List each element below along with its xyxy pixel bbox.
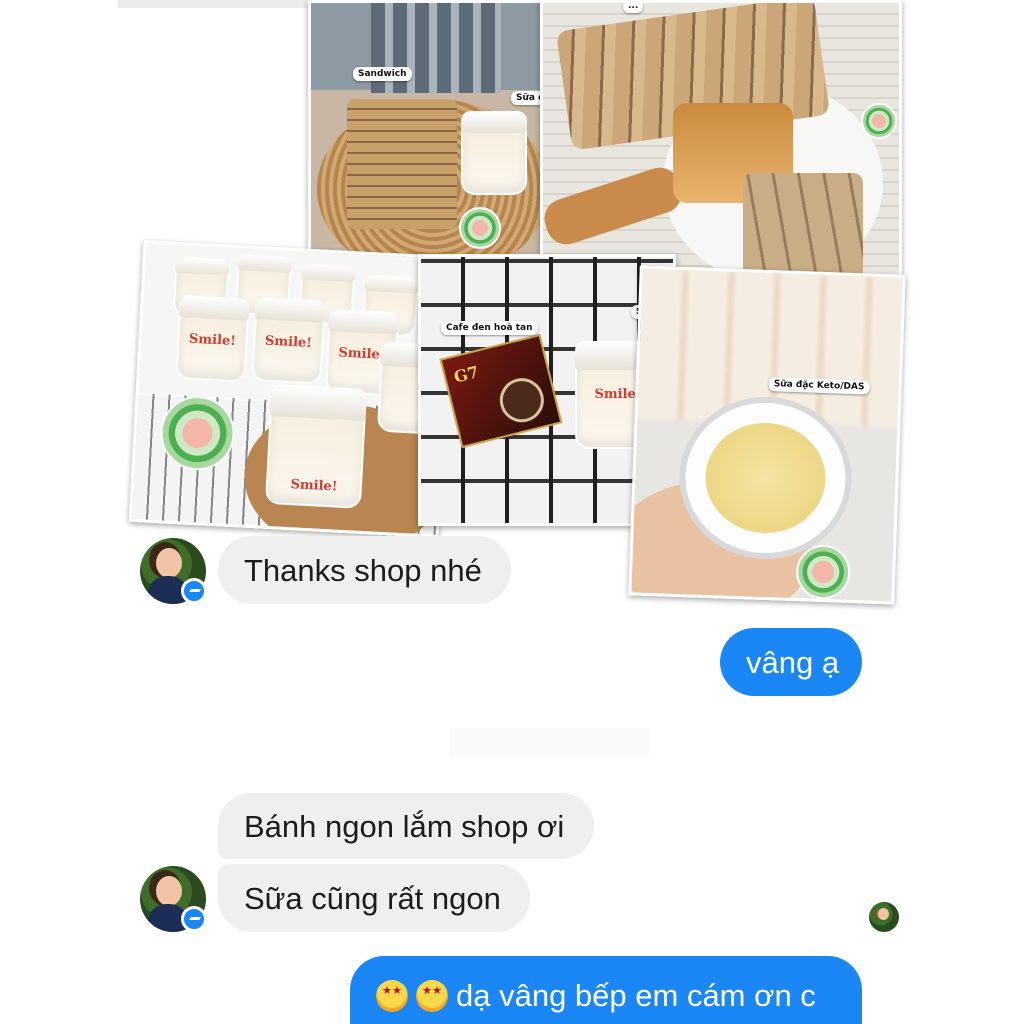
photo-tag-loaves: ... (623, 3, 644, 13)
message-bubble-incoming[interactable]: Thanks shop nhé (218, 536, 511, 604)
star-struck-icon (376, 980, 408, 1012)
jar-brand-label: Smile! (290, 477, 338, 496)
shared-photo-collage[interactable]: Sandwich Sữa đặc ... Smile! Smile! Smile… (0, 0, 1024, 620)
seen-avatar (869, 902, 899, 932)
previous-message-edge (118, 0, 318, 8)
message-text: vâng ạ (746, 644, 840, 680)
message-text: Thanks shop nhé (244, 552, 482, 588)
photo-keto-condensed-milk[interactable]: Sữa đặc Keto/DAS (628, 265, 906, 605)
star-struck-icon (416, 980, 448, 1012)
message-bubble-incoming[interactable]: Sữa cũng rất ngon (218, 864, 530, 932)
messenger-icon (181, 906, 207, 932)
message-bubble-incoming[interactable]: Bánh ngon lắm shop ơi (218, 793, 594, 859)
photo-sandwich-bread[interactable]: Sandwich Sữa đặc (308, 0, 560, 278)
message-bubble-outgoing[interactable]: dạ vâng bếp em cám ơn c (350, 956, 862, 1024)
coffee-brand-label: G7 (452, 362, 481, 387)
shop-logo-badge (861, 103, 897, 139)
shop-logo-badge (459, 207, 501, 249)
photo-tag-sandwich: Sandwich (353, 67, 412, 81)
shop-logo-badge (795, 544, 852, 600)
message-text: Sữa cũng rất ngon (244, 880, 501, 916)
message-bubble-outgoing[interactable]: vâng ạ (720, 628, 862, 696)
message-text: dạ vâng bếp em cám ơn c (456, 978, 816, 1013)
divider (450, 728, 650, 756)
message-text: Bánh ngon lắm shop ơi (244, 808, 565, 844)
messenger-icon (181, 578, 207, 604)
photo-tag-instant-coffee: Cafe đen hoà tan (441, 321, 538, 335)
jar-brand-label: Smile! (188, 331, 237, 349)
photo-pudding-jars[interactable]: Smile! Smile! Smile! Smile! (128, 240, 454, 538)
jar-brand-label: Smile! (264, 333, 313, 351)
